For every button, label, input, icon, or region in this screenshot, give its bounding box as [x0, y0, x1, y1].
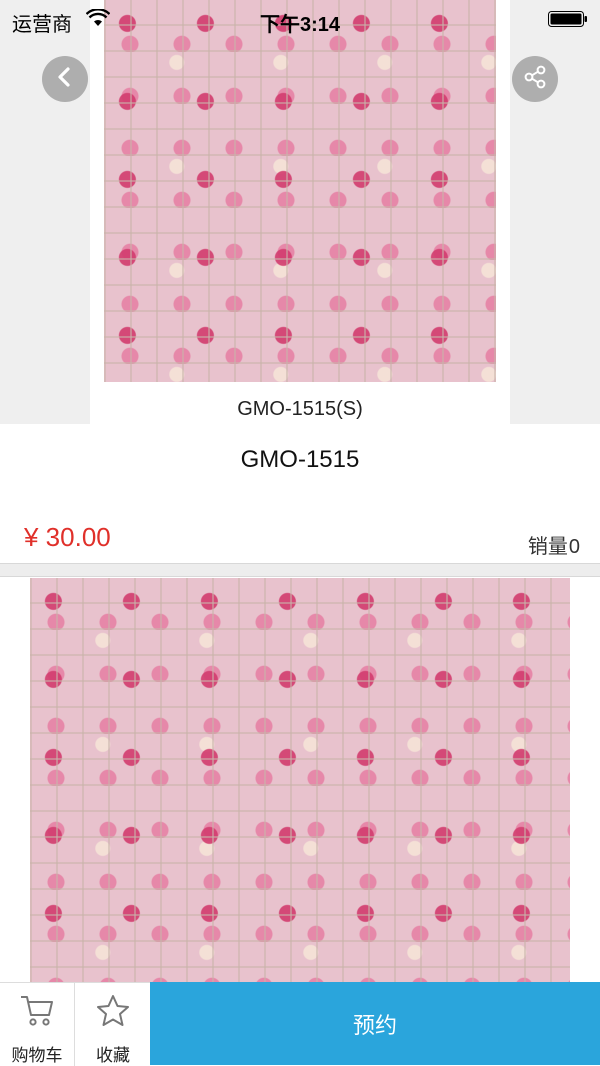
reserve-button[interactable]: 预约 [150, 982, 600, 1065]
cart-icon [21, 996, 53, 1026]
product-title: GMO-1515 [240, 446, 360, 473]
favorite-button[interactable]: 收藏 [76, 983, 150, 1066]
status-time: 下午3:14 [259, 14, 341, 36]
sales-label: 销量 [527, 536, 568, 558]
product-image-gallery[interactable]: GMO-1515(S) [0, 0, 600, 424]
section-divider [0, 563, 600, 577]
sales-volume: 销量0 [528, 530, 580, 559]
sales-count: 0 [568, 536, 580, 558]
cart-button[interactable]: 购物车 [0, 983, 75, 1066]
favorite-label: 收藏 [96, 1046, 130, 1065]
product-image[interactable] [104, 0, 496, 382]
battery-icon [548, 11, 588, 27]
product-price: ¥ 30.00 [24, 522, 111, 552]
status-bar: 运营商 下午3:14 [0, 0, 600, 40]
cart-label: 购物车 [11, 1046, 63, 1065]
star-icon [97, 995, 129, 1026]
back-button[interactable] [42, 56, 88, 102]
image-caption: GMO-1515(S) [237, 398, 363, 420]
detail-image [30, 578, 570, 982]
share-button[interactable] [512, 56, 558, 102]
share-icon [522, 64, 548, 95]
chevron-left-icon [55, 66, 75, 93]
